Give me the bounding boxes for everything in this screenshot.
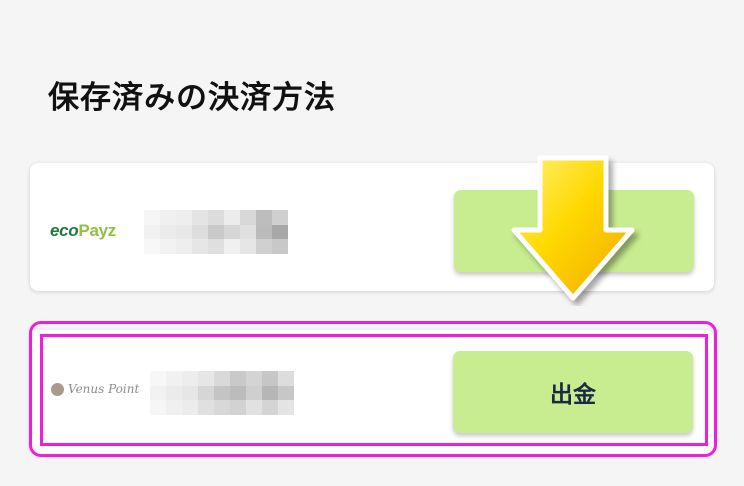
mosaic-cell xyxy=(262,371,278,386)
mosaic-cell xyxy=(166,371,182,386)
ecopayz-logo-payz: Payz xyxy=(78,221,116,240)
page-title: 保存済みの決済方法 xyxy=(48,80,336,116)
mosaic-cell xyxy=(214,371,230,386)
mosaic-cell xyxy=(262,400,278,415)
mosaic-cell xyxy=(278,371,294,386)
withdraw-button[interactable]: 出金 xyxy=(453,351,693,433)
mosaic-cell xyxy=(176,224,192,240)
mosaic-cell xyxy=(272,239,288,254)
mosaic-cell xyxy=(272,224,288,240)
venus-point-logo-text: Venus Point xyxy=(68,382,140,396)
venus-point-mark-icon xyxy=(51,382,64,396)
mosaic-cell xyxy=(214,385,230,401)
mosaic-cell xyxy=(166,385,182,401)
mosaic-cell xyxy=(246,400,262,415)
mosaic-cell xyxy=(150,385,166,401)
mosaic-cell xyxy=(262,385,278,401)
mosaic-cell xyxy=(176,210,192,225)
ecopayz-logo: ecoPayz xyxy=(50,221,116,241)
mosaic-cell xyxy=(166,400,182,415)
venus-point-logo: Venus Point xyxy=(51,382,139,396)
mosaic-cell xyxy=(160,239,176,254)
mosaic-cell xyxy=(192,210,208,225)
mosaic-cell xyxy=(192,239,208,254)
mosaic-cell xyxy=(246,371,262,386)
mosaic-cell xyxy=(150,371,166,386)
mosaic-cell xyxy=(230,400,246,415)
mosaic-cell xyxy=(256,239,272,254)
mosaic-cell xyxy=(224,224,240,240)
masked-account-id xyxy=(144,210,288,254)
mosaic-cell xyxy=(208,224,224,240)
masked-account-id xyxy=(150,371,294,415)
mosaic-cell xyxy=(240,210,256,225)
payment-method-card-ecopayz: ecoPayz xyxy=(30,163,714,291)
mosaic-cell xyxy=(208,239,224,254)
mosaic-cell xyxy=(278,400,294,415)
mosaic-cell xyxy=(224,239,240,254)
mosaic-cell xyxy=(240,239,256,254)
mosaic-cell xyxy=(278,385,294,401)
ecopayz-logo-eco: eco xyxy=(50,221,79,240)
mosaic-cell xyxy=(160,224,176,240)
mosaic-cell xyxy=(256,210,272,225)
mosaic-cell xyxy=(176,239,192,254)
mosaic-cell xyxy=(198,400,214,415)
mosaic-cell xyxy=(246,385,262,401)
mosaic-cell xyxy=(192,224,208,240)
mosaic-cell xyxy=(198,371,214,386)
mosaic-cell xyxy=(230,371,246,386)
mosaic-cell xyxy=(182,385,198,401)
payment-method-card-venus-point: Venus Point 出金 xyxy=(30,330,714,454)
mosaic-cell xyxy=(182,371,198,386)
mosaic-cell xyxy=(230,385,246,401)
mosaic-cell xyxy=(208,210,224,225)
mosaic-cell xyxy=(272,210,288,225)
mosaic-cell xyxy=(198,385,214,401)
mosaic-cell xyxy=(240,224,256,240)
mosaic-cell xyxy=(144,210,160,225)
mosaic-cell xyxy=(144,224,160,240)
mosaic-cell xyxy=(182,400,198,415)
mosaic-cell xyxy=(224,210,240,225)
mosaic-cell xyxy=(256,224,272,240)
mosaic-cell xyxy=(144,239,160,254)
mosaic-cell xyxy=(150,400,166,415)
withdraw-button[interactable] xyxy=(454,190,694,272)
mosaic-cell xyxy=(214,400,230,415)
mosaic-cell xyxy=(160,210,176,225)
